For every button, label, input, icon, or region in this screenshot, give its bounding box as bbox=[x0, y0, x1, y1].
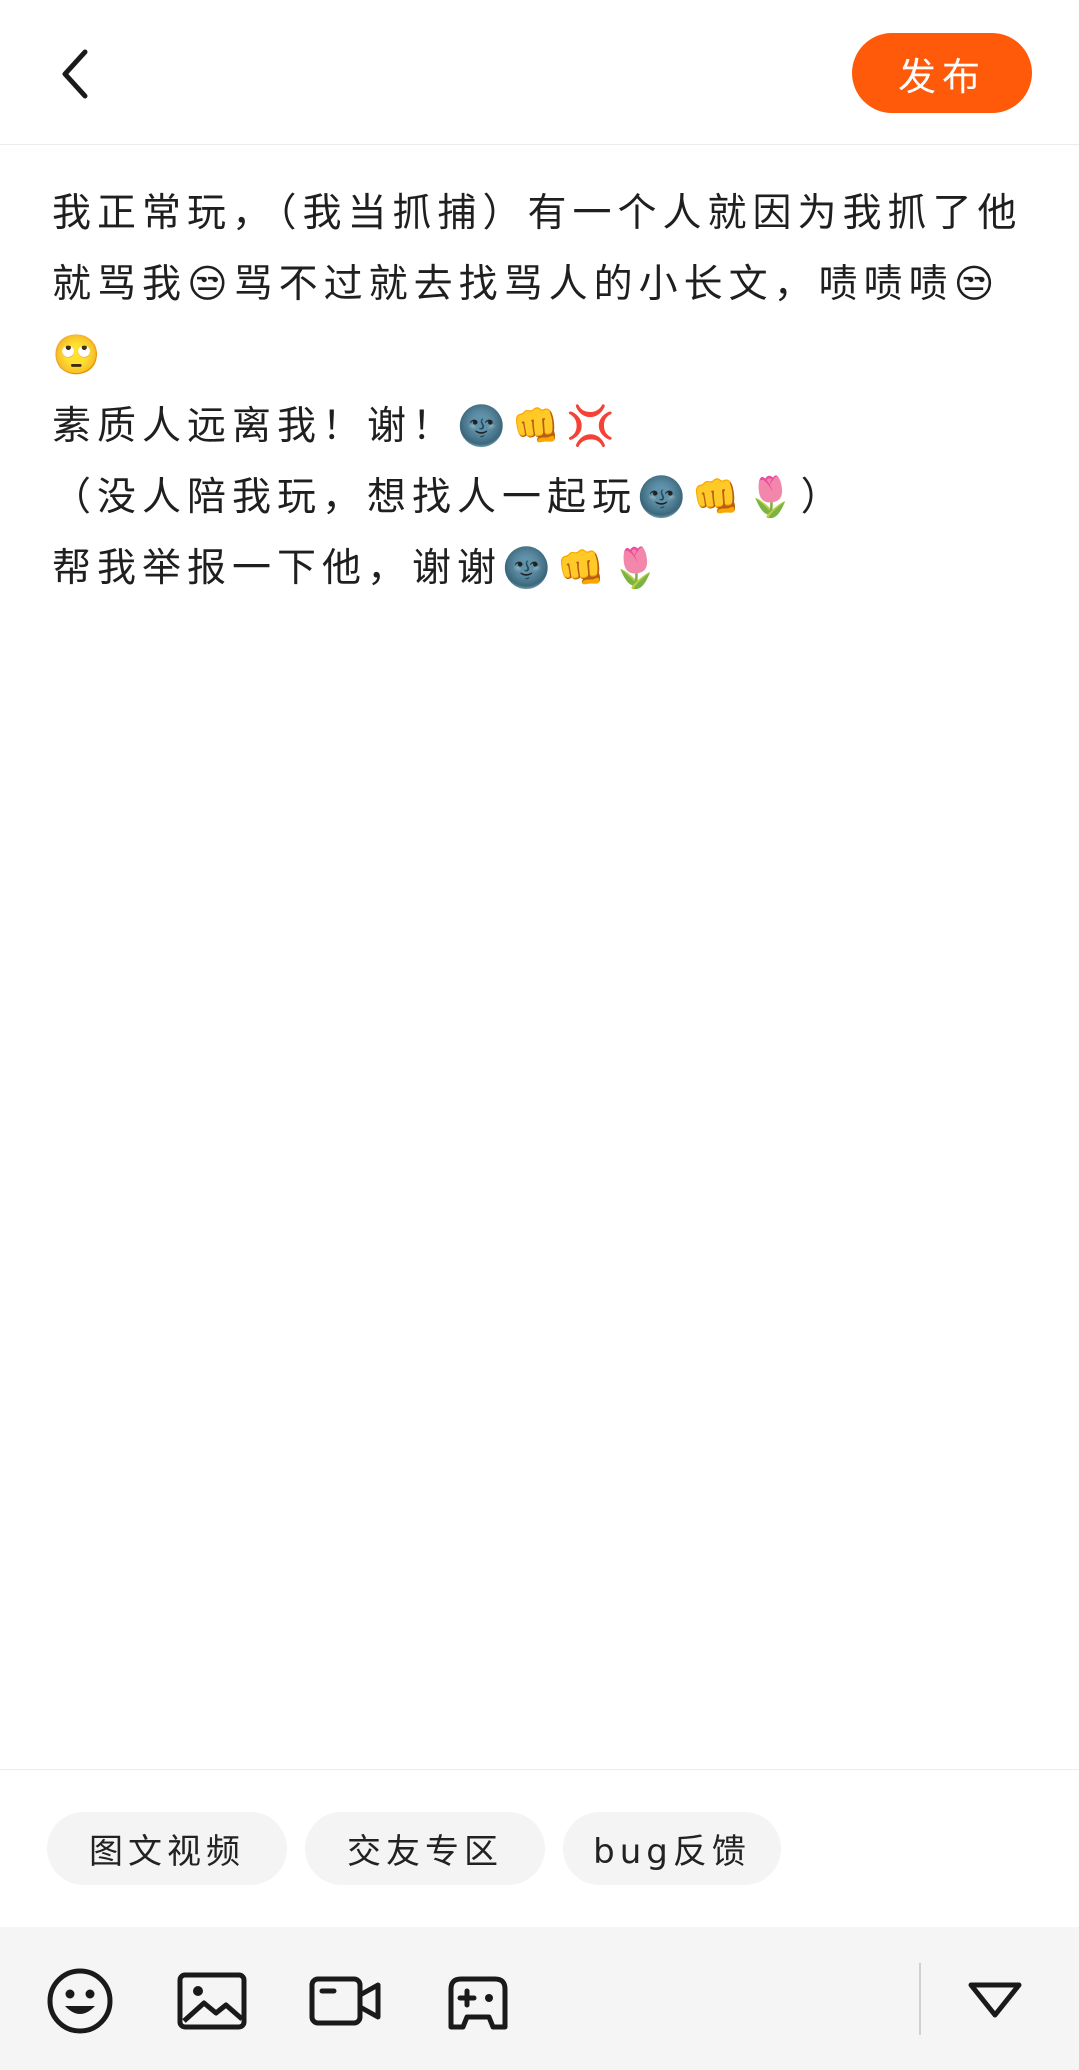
game-controller-icon bbox=[448, 1976, 508, 2030]
bottom-toolbar bbox=[0, 1927, 1079, 2070]
tag-media[interactable]: 图文视频 bbox=[47, 1812, 287, 1885]
divider bbox=[0, 1769, 1079, 1770]
emoji-button[interactable] bbox=[40, 1961, 120, 2041]
game-button[interactable] bbox=[438, 1961, 518, 2041]
image-button[interactable] bbox=[172, 1961, 252, 2041]
chevron-left-icon bbox=[62, 49, 88, 99]
publish-button[interactable]: 发布 bbox=[852, 33, 1032, 113]
emoji-icon bbox=[47, 1968, 113, 2034]
tag-friends[interactable]: 交友专区 bbox=[305, 1812, 545, 1885]
back-button[interactable] bbox=[40, 34, 110, 114]
video-button[interactable] bbox=[305, 1961, 385, 2041]
collapse-triangle-icon bbox=[968, 1982, 1022, 2018]
top-bar: 发布 bbox=[0, 0, 1079, 145]
toolbar-separator bbox=[919, 1963, 921, 2035]
post-text-input[interactable]: 我正常玩，（我当抓捕）有一个人就因为我抓了他就骂我😒骂不过就去找骂人的小长文，啧… bbox=[52, 178, 1027, 604]
collapse-button[interactable] bbox=[955, 1961, 1035, 2041]
video-icon bbox=[309, 1976, 381, 2026]
image-icon bbox=[177, 1972, 247, 2030]
tag-row: 图文视频 交友专区 bug反馈 bbox=[47, 1812, 781, 1885]
tag-bug-feedback[interactable]: bug反馈 bbox=[563, 1812, 781, 1885]
